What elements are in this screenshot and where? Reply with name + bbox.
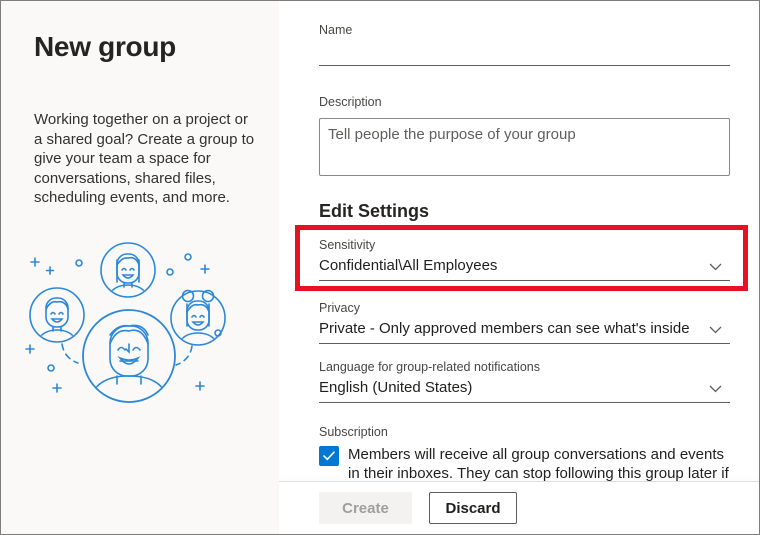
language-label: Language for group-related notifications — [319, 360, 540, 374]
privacy-value: Private - Only approved members can see … — [319, 318, 730, 344]
sensitivity-value: Confidential\All Employees — [319, 255, 730, 281]
sensitivity-dropdown[interactable]: Confidential\All Employees — [319, 255, 730, 281]
language-value: English (United States) — [319, 377, 730, 403]
edit-settings-heading: Edit Settings — [319, 201, 430, 221]
chevron-down-icon — [709, 326, 722, 334]
dialog-footer: Create Discard — [279, 481, 759, 534]
checkmark-icon — [323, 451, 335, 461]
sensitivity-highlight-box: Sensitivity Confidential\All Employees — [295, 225, 748, 291]
new-group-form: Name Description Edit Settings Sensitivi… — [279, 1, 759, 534]
left-panel: New group Working together on a project … — [1, 1, 279, 534]
create-button[interactable]: Create — [319, 492, 412, 524]
group-people-illustration-svg — [25, 241, 226, 403]
group-people-illustration — [22, 234, 255, 479]
subscription-checkbox[interactable] — [319, 446, 339, 466]
chevron-down-icon — [709, 385, 722, 393]
privacy-dropdown[interactable]: Private - Only approved members can see … — [319, 318, 730, 344]
subscription-label: Subscription — [319, 425, 388, 439]
description-label: Description — [319, 95, 382, 109]
sensitivity-label: Sensitivity — [319, 238, 376, 252]
intro-text: Working together on a project or a share… — [34, 111, 255, 206]
privacy-label: Privacy — [319, 301, 360, 315]
new-group-dialog: New group Working together on a project … — [0, 0, 760, 535]
description-input[interactable] — [319, 118, 730, 176]
discard-button[interactable]: Discard — [429, 492, 517, 524]
name-label: Name — [319, 23, 353, 37]
page-title: New group — [34, 31, 176, 62]
chevron-down-icon — [709, 263, 722, 271]
name-input[interactable] — [319, 37, 730, 66]
language-dropdown[interactable]: English (United States) — [319, 377, 730, 403]
